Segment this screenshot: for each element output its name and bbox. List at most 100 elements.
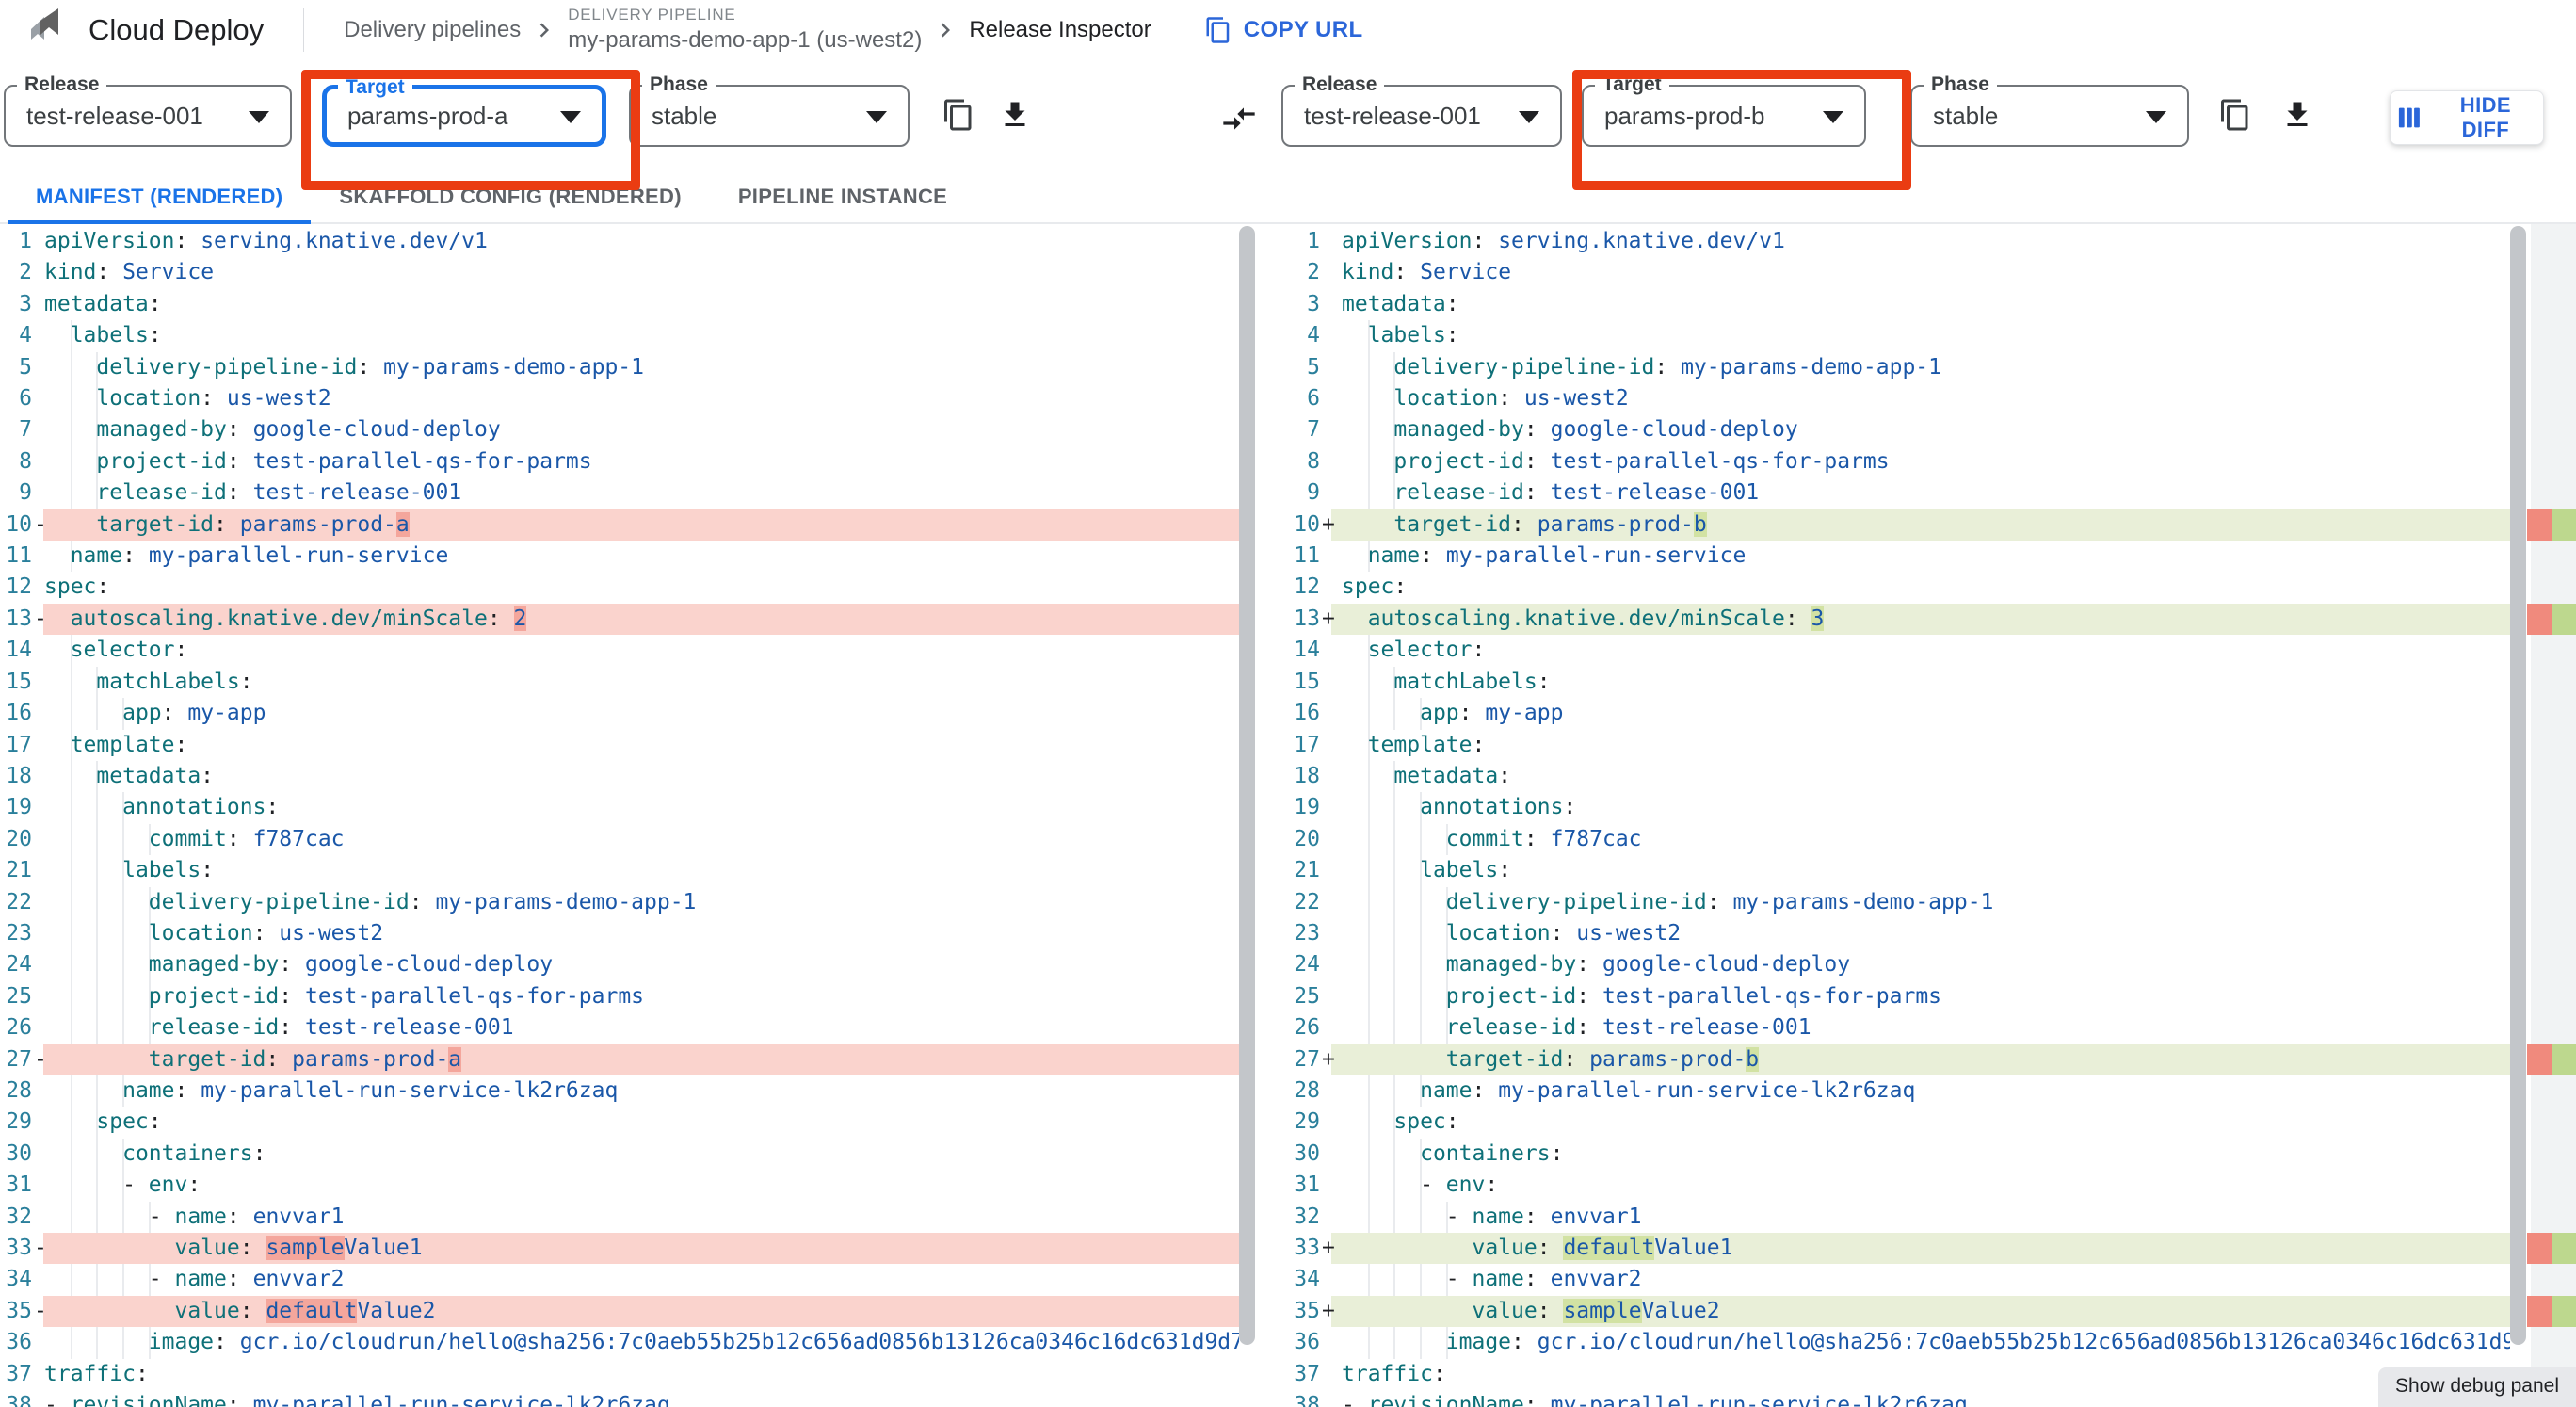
line-number: 17	[6, 732, 32, 757]
release-value: test-release-001	[26, 101, 203, 130]
line-number: 31	[1294, 1172, 1320, 1198]
line-number: 33	[6, 1236, 32, 1260]
swap-targets-button[interactable]	[1218, 98, 1260, 139]
breadcrumb-delivery-pipelines[interactable]: Delivery pipelines	[344, 17, 521, 43]
line-number: 15	[1294, 669, 1320, 694]
yaml-code: metadata:	[1342, 291, 1459, 316]
line-number: 38	[6, 1393, 32, 1407]
download-icon	[2287, 102, 2308, 126]
yaml-line: 2 kind: Service	[1288, 257, 2510, 288]
yaml-line: 20 commit: f787cac	[0, 823, 1239, 856]
yaml-code: image: gcr.io/cloudrun/hello@sha256:7c0a…	[148, 1330, 1239, 1355]
release-select-right[interactable]: Release test-release-001	[1281, 73, 1562, 147]
breadcrumb-pipeline[interactable]: DELIVERY PIPELINE my-params-demo-app-1 (…	[568, 7, 922, 53]
target-select-left[interactable]: Target params-prod-a	[322, 75, 606, 147]
download-manifest-button-left[interactable]	[994, 94, 1036, 136]
yaml-code: commit: f787cac	[148, 826, 345, 851]
yaml-line: 26 release-id: test-release-001	[0, 1012, 1239, 1044]
diff-minimap[interactable]	[2527, 224, 2576, 1407]
target-label: Target	[1595, 73, 1669, 97]
copy-manifest-button-left[interactable]	[938, 94, 979, 136]
yaml-code: managed-by: google-cloud-deploy	[1393, 417, 1798, 443]
yaml-line: 11 name: my-parallel-run-service	[1288, 541, 2510, 573]
line-number: 17	[1294, 732, 1320, 757]
yaml-code: release-id: test-release-001	[1445, 1015, 1811, 1041]
download-manifest-button-right[interactable]	[2277, 94, 2318, 136]
phase-select-left[interactable]: Phase stable	[629, 73, 910, 147]
yaml-line: 7 managed-by: google-cloud-deploy	[0, 414, 1239, 446]
target-select-right[interactable]: Target params-prod-b	[1582, 73, 1866, 147]
app-header: Cloud Deploy Delivery pipelines DELIVERY…	[0, 0, 2576, 61]
yaml-line: 21 labels:	[0, 855, 1239, 887]
line-number: 29	[6, 1109, 32, 1135]
phase-select-right[interactable]: Phase stable	[1910, 73, 2189, 147]
yaml-code: release-id: test-release-001	[1393, 480, 1760, 506]
yaml-line: 16 app: my-app	[0, 698, 1239, 730]
yaml-code: - env:	[1342, 1172, 1499, 1198]
line-number: 21	[1294, 858, 1320, 883]
yaml-code: metadata:	[44, 291, 162, 316]
yaml-line: 37 traffic:	[0, 1359, 1239, 1390]
tab-pipeline-instance[interactable]: PIPELINE INSTANCE	[710, 171, 975, 222]
line-number: 12	[1294, 574, 1320, 600]
yaml-line: 33 + value: defaultValue1	[1288, 1233, 2510, 1265]
yaml-code: release-id: test-release-001	[148, 1015, 514, 1041]
target-value: params-prod-a	[347, 101, 508, 130]
release-select-left[interactable]: Release test-release-001	[4, 73, 292, 147]
line-number: 1	[1307, 229, 1320, 253]
line-number: 9	[19, 480, 32, 506]
diff-plus-sign: +	[1322, 1236, 1335, 1260]
copy-url-button[interactable]: COPY URL	[1204, 16, 1363, 44]
line-number: 8	[1307, 448, 1320, 474]
yaml-code: template:	[1367, 732, 1486, 757]
copy-manifest-button-right[interactable]	[2214, 94, 2256, 136]
yaml-code: image: gcr.io/cloudrun/hello@sha256:7c0a…	[1445, 1330, 2510, 1355]
yaml-code: delivery-pipeline-id: my-params-demo-app…	[148, 889, 697, 914]
manifest-panel-left[interactable]: 1 apiVersion: serving.knative.dev/v1 2 kind…	[0, 224, 1239, 1407]
yaml-line: 15 matchLabels:	[0, 666, 1239, 699]
minimap-diff-marker	[2527, 604, 2576, 636]
line-number: 25	[1294, 983, 1320, 1009]
target-value: params-prod-b	[1604, 101, 1765, 130]
target-label: Target	[338, 75, 412, 100]
yaml-line: 22 delivery-pipeline-id: my-params-demo-…	[0, 886, 1239, 918]
yaml-code: matchLabels:	[96, 669, 253, 694]
yaml-line: 6 location: us-west2	[0, 383, 1239, 415]
phase-label: Phase	[1924, 73, 1997, 97]
yaml-line: 4 labels:	[0, 320, 1239, 352]
line-number: 35	[1294, 1298, 1320, 1323]
manifest-panel-right[interactable]: 1 apiVersion: serving.knative.dev/v1 2 kind…	[1288, 224, 2510, 1407]
yaml-line: 18 metadata:	[1288, 760, 2510, 793]
yaml-line: 1 apiVersion: serving.knative.dev/v1	[1288, 226, 2510, 257]
yaml-code: - revisionName: my-parallel-run-service-…	[1342, 1393, 1968, 1407]
yaml-line: 31 - env:	[0, 1170, 1239, 1202]
line-number: 16	[6, 701, 32, 726]
yaml-code: location: us-west2	[1393, 386, 1629, 412]
yaml-code: kind: Service	[1342, 260, 1512, 285]
tab-skaffold-config-rendered[interactable]: SKAFFOLD CONFIG (RENDERED)	[311, 171, 709, 222]
phase-value: stable	[1933, 101, 1999, 130]
scrollbar-left-panel[interactable]	[1239, 226, 1255, 1345]
yaml-code: spec:	[96, 1109, 162, 1135]
line-number: 4	[19, 323, 32, 348]
line-number: 16	[1294, 701, 1320, 726]
yaml-code: autoscaling.knative.dev/minScale: 3	[1367, 606, 1825, 631]
yaml-code: value: defaultValue1	[1472, 1236, 1733, 1260]
copy-icon	[2221, 99, 2248, 131]
tab-manifest-rendered[interactable]: MANIFEST (RENDERED)	[8, 171, 312, 224]
hide-diff-button[interactable]: HIDE DIFF	[2390, 90, 2544, 145]
scrollbar-right-panel[interactable]	[2510, 226, 2526, 1345]
yaml-code: apiVersion: serving.knative.dev/v1	[1342, 229, 1785, 253]
minimap-diff-marker	[2527, 1043, 2576, 1075]
line-number: 8	[19, 448, 32, 474]
yaml-code: app: my-app	[122, 701, 266, 726]
line-number: 12	[6, 574, 32, 600]
yaml-line: 30 containers:	[0, 1138, 1239, 1171]
breadcrumb-current-release-inspector: Release Inspector	[969, 17, 1151, 42]
line-number: 19	[6, 795, 32, 820]
yaml-code: delivery-pipeline-id: my-params-demo-app…	[96, 354, 645, 380]
line-number: 4	[1307, 323, 1320, 348]
line-number: 7	[1307, 417, 1320, 443]
show-debug-panel-button[interactable]: Show debug panel	[2378, 1367, 2576, 1407]
yaml-line: 2 kind: Service	[0, 257, 1239, 288]
